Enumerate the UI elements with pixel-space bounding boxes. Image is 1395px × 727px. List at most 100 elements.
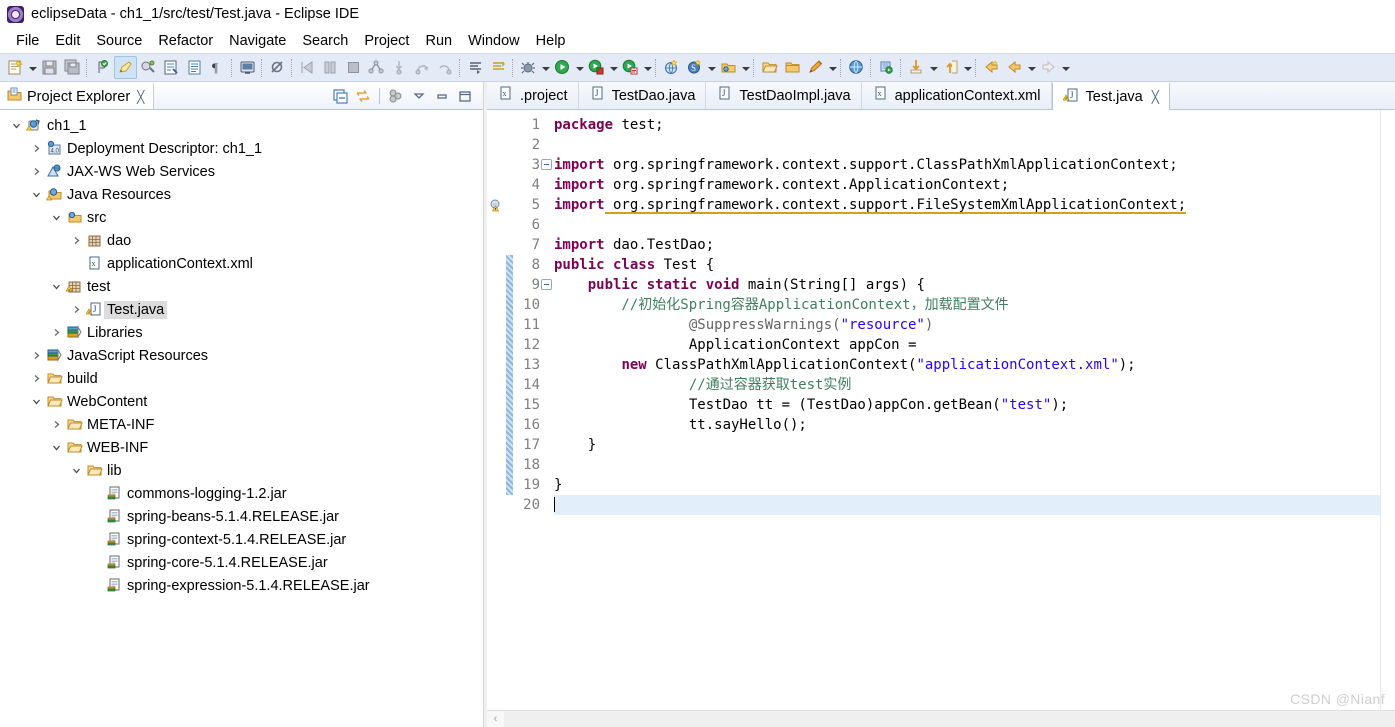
chevron-down-icon[interactable] <box>28 395 45 408</box>
search-web-icon[interactable] <box>875 56 898 79</box>
run-as-server-dropdown-arrow[interactable] <box>608 56 619 79</box>
menu-help[interactable]: Help <box>528 31 574 51</box>
chevron-right-icon[interactable] <box>28 349 45 362</box>
tree-item-ch1-1[interactable]: ch1_1 <box>0 114 483 137</box>
chevron-down-icon[interactable] <box>8 119 25 132</box>
tree-item-spring-expression-5-1-4-release-jar[interactable]: spring-expression-5.1.4.RELEASE.jar <box>0 574 483 597</box>
chevron-down-icon[interactable] <box>48 280 65 293</box>
step-into-icon[interactable] <box>388 56 411 79</box>
chevron-down-icon[interactable] <box>68 464 85 477</box>
chevron-down-icon[interactable] <box>409 86 429 106</box>
tree-item-commons-logging-1-2-jar[interactable]: commons-logging-1.2.jar <box>0 482 483 505</box>
editor-tab-applicationcontext-xml[interactable]: x applicationContext.xml <box>862 82 1052 109</box>
open-task-icon[interactable] <box>183 56 206 79</box>
maximize-view-icon[interactable] <box>455 86 475 106</box>
chevron-right-icon[interactable] <box>28 372 45 385</box>
tree-item-deployment-descriptor-ch1-1[interactable]: 4.0 Deployment Descriptor: ch1_1 <box>0 137 483 160</box>
new-package-icon[interactable]: S <box>683 56 706 79</box>
editor-tab-testdaoimpl-java[interactable]: J TestDaoImpl.java <box>706 82 862 109</box>
tree-item-spring-beans-5-1-4-release-jar[interactable]: spring-beans-5.1.4.RELEASE.jar <box>0 505 483 528</box>
editor-tab-test-java[interactable]: J Test.java ╳ <box>1051 82 1170 110</box>
terminate-icon[interactable] <box>342 56 365 79</box>
next-annotation-icon[interactable] <box>464 56 487 79</box>
menu-edit[interactable]: Edit <box>47 31 88 51</box>
tree-item-test[interactable]: test <box>0 275 483 298</box>
close-icon[interactable]: ╳ <box>1152 90 1159 104</box>
tree-item-jax-ws-web-services[interactable]: JAX-WS Web Services <box>0 160 483 183</box>
tree-item-libraries[interactable]: Libraries <box>0 321 483 344</box>
tree-item-build[interactable]: build <box>0 367 483 390</box>
export-dropdown-arrow[interactable] <box>962 56 973 79</box>
chevron-right-icon[interactable] <box>28 165 45 178</box>
tree-item-test-java[interactable]: J Test.java <box>0 298 483 321</box>
tab-project-explorer[interactable]: Project Explorer ╳ <box>0 82 155 109</box>
coverage-icon[interactable] <box>619 56 642 79</box>
run-icon[interactable] <box>551 56 574 79</box>
collapse-all-icon[interactable] <box>330 86 350 106</box>
coverage-dropdown-arrow[interactable] <box>642 56 653 79</box>
export-icon[interactable] <box>939 56 962 79</box>
unused-import-warning-icon[interactable] <box>489 198 504 218</box>
suspend-icon[interactable] <box>319 56 342 79</box>
link-editor-icon[interactable] <box>137 56 160 79</box>
debug-icon[interactable] <box>517 56 540 79</box>
close-icon[interactable]: ╳ <box>137 90 144 104</box>
skip-breakpoints-icon[interactable] <box>266 56 289 79</box>
chevron-down-icon[interactable] <box>28 188 45 201</box>
menu-project[interactable]: Project <box>356 31 417 51</box>
chevron-down-icon[interactable] <box>48 211 65 224</box>
menu-source[interactable]: Source <box>88 31 150 51</box>
run-as-server-icon[interactable] <box>585 56 608 79</box>
edit-dropdown-arrow[interactable] <box>827 56 838 79</box>
tree-item-java-resources[interactable]: Java Resources <box>0 183 483 206</box>
toggle-mark-occurrences-icon[interactable] <box>91 56 114 79</box>
close-folder-icon[interactable] <box>781 56 804 79</box>
editor-marker-gutter[interactable] <box>487 110 506 710</box>
debug-dropdown-arrow[interactable] <box>540 56 551 79</box>
run-dropdown-arrow[interactable] <box>574 56 585 79</box>
new-class-icon[interactable] <box>717 56 740 79</box>
menu-file[interactable]: File <box>8 31 47 51</box>
back-history-icon[interactable] <box>980 56 1003 79</box>
tree-item-spring-context-5-1-4-release-jar[interactable]: spring-context-5.1.4.RELEASE.jar <box>0 528 483 551</box>
web-browser-icon[interactable] <box>845 56 868 79</box>
tree-item-lib[interactable]: lib <box>0 459 483 482</box>
forward-navigate-icon[interactable] <box>1037 56 1060 79</box>
menu-run[interactable]: Run <box>417 31 460 51</box>
menu-search[interactable]: Search <box>294 31 356 51</box>
editor-overview-ruler[interactable] <box>1380 110 1395 710</box>
save-icon[interactable] <box>38 56 61 79</box>
console-icon[interactable] <box>236 56 259 79</box>
step-over-icon[interactable] <box>411 56 434 79</box>
tree-item-web-inf[interactable]: WEB-INF <box>0 436 483 459</box>
editor-code[interactable]: package test; import org.springframework.… <box>545 110 1380 710</box>
edit-icon[interactable] <box>804 56 827 79</box>
open-type-icon[interactable] <box>160 56 183 79</box>
save-all-icon[interactable] <box>61 56 84 79</box>
show-whitespace-icon[interactable]: ¶ <box>206 56 229 79</box>
editor-tab--project[interactable]: x .project <box>487 82 579 109</box>
scroll-left-icon[interactable]: ‹ <box>487 710 504 727</box>
tree-item-spring-core-5-1-4-release-jar[interactable]: spring-core-5.1.4.RELEASE.jar <box>0 551 483 574</box>
menu-navigate[interactable]: Navigate <box>221 31 294 51</box>
chevron-right-icon[interactable] <box>28 142 45 155</box>
menu-refactor[interactable]: Refactor <box>150 31 221 51</box>
chevron-right-icon[interactable] <box>48 326 65 339</box>
back-navigate-icon[interactable] <box>1003 56 1026 79</box>
import-dropdown-arrow[interactable] <box>928 56 939 79</box>
chevron-right-icon[interactable] <box>68 303 85 316</box>
tree-item-applicationcontext-xml[interactable]: x applicationContext.xml <box>0 252 483 275</box>
resume-icon[interactable] <box>296 56 319 79</box>
editor-horizontal-scrollbar[interactable]: ‹ <box>487 710 1395 727</box>
chevron-down-icon[interactable] <box>48 441 65 454</box>
forward-navigate-dropdown-arrow[interactable] <box>1060 56 1071 79</box>
new-java-project-icon[interactable] <box>660 56 683 79</box>
tree-item-dao[interactable]: dao <box>0 229 483 252</box>
tree-item-javascript-resources[interactable]: JavaScript Resources <box>0 344 483 367</box>
step-return-icon[interactable] <box>434 56 457 79</box>
editor-tab-testdao-java[interactable]: J TestDao.java <box>579 82 707 109</box>
minimize-view-icon[interactable] <box>432 86 452 106</box>
new-package-dropdown-arrow[interactable] <box>706 56 717 79</box>
menu-window[interactable]: Window <box>460 31 528 51</box>
view-menu-icon[interactable] <box>386 86 406 106</box>
